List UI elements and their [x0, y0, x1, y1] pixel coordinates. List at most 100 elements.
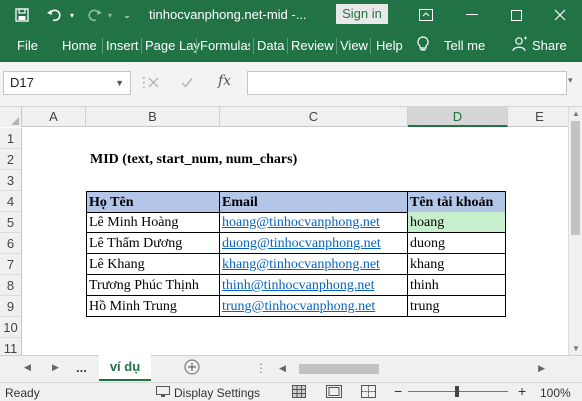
- table-cell-email-link[interactable]: duong@tinhocvanphong.net: [220, 233, 408, 254]
- page-break-view-icon[interactable]: [361, 385, 376, 401]
- normal-view-icon[interactable]: [292, 385, 306, 401]
- window-title: tinhocvanphong.net-mid -...: [149, 7, 307, 22]
- scroll-right-icon[interactable]: ▶: [538, 363, 545, 374]
- sheet-tab-active[interactable]: ví dụ: [99, 355, 151, 381]
- table-header-email[interactable]: Email: [220, 192, 408, 213]
- column-header-c[interactable]: C: [220, 107, 408, 127]
- undo-dropdown-icon[interactable]: ▾: [67, 5, 77, 25]
- tab-help[interactable]: Help: [376, 38, 403, 53]
- expand-formula-bar-icon[interactable]: ▾: [568, 75, 573, 86]
- cell-b2-title[interactable]: MID (text, start_num, num_chars): [88, 149, 388, 170]
- table-cell-account[interactable]: hoang: [408, 212, 506, 233]
- tab-page-layout[interactable]: Page Lay: [145, 38, 200, 53]
- vertical-scrollbar[interactable]: ▲ ▼: [568, 107, 582, 355]
- minimize-icon[interactable]: [452, 0, 492, 30]
- redo-icon[interactable]: [84, 5, 104, 25]
- save-icon[interactable]: [12, 5, 32, 25]
- table-cell-email-link[interactable]: thinh@tinhocvanphong.net: [220, 275, 408, 296]
- close-icon[interactable]: [540, 0, 580, 30]
- page-layout-view-icon[interactable]: [326, 385, 342, 401]
- table-cell-email-link[interactable]: hoang@tinhocvanphong.net: [220, 212, 408, 233]
- tab-file[interactable]: File: [17, 38, 38, 53]
- maximize-icon[interactable]: [496, 0, 536, 30]
- zoom-out-button[interactable]: −: [394, 383, 402, 399]
- column-header-d[interactable]: D: [408, 107, 508, 127]
- column-headers: A B C D E: [0, 107, 568, 127]
- horizontal-scrollbar[interactable]: ◀ ▶: [275, 362, 545, 376]
- tab-home[interactable]: Home: [62, 38, 97, 53]
- table-cell-account[interactable]: trung: [408, 296, 506, 317]
- sign-in-button[interactable]: Sign in: [336, 4, 388, 24]
- cancel-icon[interactable]: [148, 75, 159, 91]
- tab-separator: [336, 38, 337, 54]
- row-header-2[interactable]: 2: [0, 149, 22, 170]
- scroll-up-icon[interactable]: ▲: [572, 109, 580, 118]
- table-cell-account[interactable]: khang: [408, 254, 506, 275]
- redo-dropdown-icon[interactable]: ▾: [106, 5, 114, 25]
- row-header-11[interactable]: 11: [0, 338, 22, 355]
- row-header-3[interactable]: 3: [0, 170, 22, 191]
- customize-toolbar-icon[interactable]: ⌄: [120, 5, 134, 25]
- insert-function-icon[interactable]: fx: [218, 73, 231, 89]
- title-bar: ▾ ▾ ⌄ tinhocvanphong.net-mid -... Sign i…: [0, 0, 582, 30]
- vertical-scroll-thumb[interactable]: [571, 121, 580, 235]
- row-header-4[interactable]: 4: [0, 191, 22, 212]
- share-button[interactable]: Share: [532, 38, 567, 53]
- prev-sheet-icon[interactable]: ◀: [24, 362, 31, 373]
- worksheet-grid[interactable]: A B C D E 1 2 3 4 5 6 7 8 9 10 11 MID (t…: [0, 107, 568, 355]
- status-bar: Ready Display Settings − + 100%: [0, 382, 582, 401]
- formula-input[interactable]: [247, 71, 567, 95]
- tab-separator: [287, 38, 288, 54]
- tab-review[interactable]: Review: [291, 38, 334, 53]
- table-cell-email-link[interactable]: trung@tinhocvanphong.net: [220, 296, 408, 317]
- row-header-8[interactable]: 8: [0, 275, 22, 296]
- tab-separator: [102, 38, 103, 54]
- table-cell-account[interactable]: duong: [408, 233, 506, 254]
- table-cell-name[interactable]: Lê Minh Hoàng: [87, 212, 220, 233]
- more-sheets-button[interactable]: ...: [76, 360, 87, 375]
- row-header-1[interactable]: 1: [0, 128, 22, 149]
- column-header-a[interactable]: A: [22, 107, 86, 127]
- tell-me-search[interactable]: Tell me: [444, 38, 485, 53]
- table-header-name[interactable]: Họ Tên: [87, 192, 220, 213]
- tab-view[interactable]: View: [340, 38, 368, 53]
- row-header-10[interactable]: 10: [0, 317, 22, 338]
- tab-data[interactable]: Data: [257, 38, 284, 53]
- share-person-icon[interactable]: [512, 36, 528, 55]
- next-sheet-icon[interactable]: ▶: [52, 362, 59, 373]
- table-cell-name[interactable]: Hồ Minh Trung: [87, 296, 220, 317]
- zoom-level[interactable]: 100%: [540, 386, 571, 400]
- select-all-triangle-icon: [11, 117, 19, 125]
- row-header-5[interactable]: 5: [0, 212, 22, 233]
- row-header-9[interactable]: 9: [0, 296, 22, 317]
- tab-formulas[interactable]: Formulas: [200, 38, 250, 53]
- scroll-left-icon[interactable]: ◀: [279, 363, 286, 374]
- column-header-b[interactable]: B: [86, 107, 220, 127]
- zoom-slider-thumb[interactable]: [455, 386, 459, 397]
- table-cell-name[interactable]: Trương Phúc Thịnh: [87, 275, 220, 296]
- enter-check-icon[interactable]: [181, 75, 193, 91]
- row-header-7[interactable]: 7: [0, 254, 22, 275]
- scroll-down-icon[interactable]: ▼: [572, 344, 580, 353]
- tab-separator: [253, 38, 254, 54]
- tab-insert[interactable]: Insert: [106, 38, 139, 53]
- display-settings-icon[interactable]: [156, 386, 170, 401]
- table-header-account[interactable]: Tên tài khoản: [408, 192, 506, 213]
- table-cell-name[interactable]: Lê Thẩm Dương: [87, 233, 220, 254]
- select-all-button[interactable]: [0, 107, 22, 127]
- new-sheet-icon[interactable]: [184, 359, 200, 378]
- undo-icon[interactable]: [44, 5, 66, 25]
- ribbon-display-options-icon[interactable]: [416, 5, 436, 25]
- zoom-in-button[interactable]: +: [518, 383, 526, 399]
- tab-splitter-icon[interactable]: ⋮: [255, 361, 267, 375]
- name-box-dropdown-icon[interactable]: ▼: [115, 72, 124, 94]
- table-cell-name[interactable]: Lê Khang: [87, 254, 220, 275]
- table-cell-account[interactable]: thinh: [408, 275, 506, 296]
- table-cell-email-link[interactable]: khang@tinhocvanphong.net: [220, 254, 408, 275]
- name-box[interactable]: D17 ▼: [3, 71, 131, 95]
- display-settings-button[interactable]: Display Settings: [174, 386, 260, 400]
- lightbulb-icon[interactable]: [417, 36, 429, 55]
- column-header-e[interactable]: E: [508, 107, 568, 127]
- row-header-6[interactable]: 6: [0, 233, 22, 254]
- horizontal-scroll-thumb[interactable]: [299, 364, 379, 374]
